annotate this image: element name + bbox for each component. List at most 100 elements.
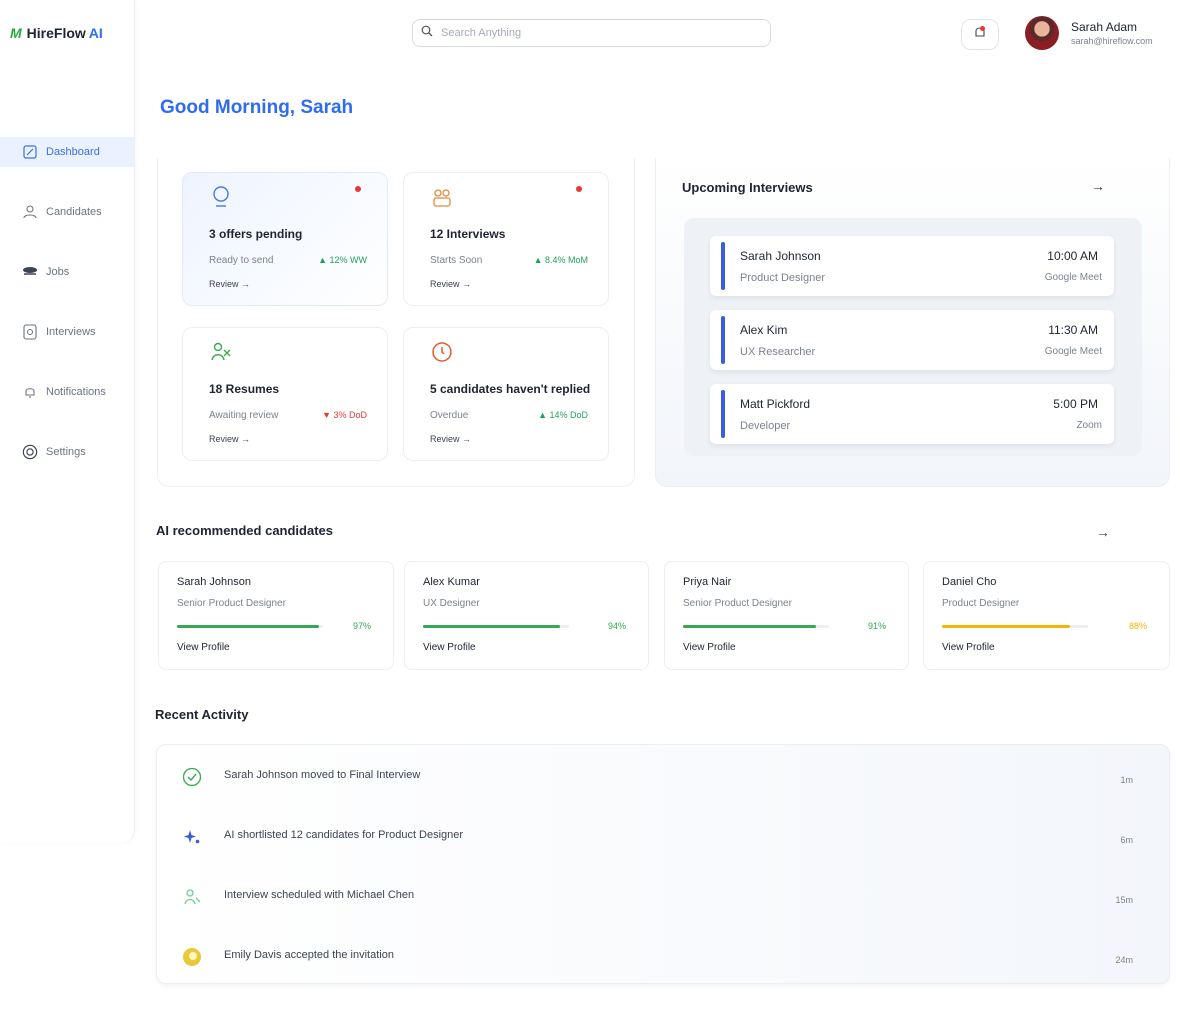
section-title: Upcoming Interviews xyxy=(682,180,813,195)
stat-card-offers[interactable]: 3 offers pending Ready to send ▲ 12% WW … xyxy=(182,172,388,306)
brand-suffix: AI xyxy=(88,25,103,41)
stat-delta: ▼ 3% DoD xyxy=(322,410,367,420)
stat-subtitle: Ready to send xyxy=(209,255,274,266)
candidate-card[interactable]: Alex Kumar UX Designer 94% View Profile xyxy=(404,561,649,670)
sidebar-item-candidates[interactable]: Candidates xyxy=(0,197,134,227)
view-profile-link[interactable]: View Profile xyxy=(942,642,995,653)
user-info[interactable]: Sarah Adam sarah@hireflow.com xyxy=(1071,20,1153,46)
match-score-fill xyxy=(942,625,1071,628)
sidebar: M HireFlowAI Dashboard Candidates Jobs xyxy=(0,0,135,843)
calendar-icon xyxy=(181,886,203,908)
interview-people-icon xyxy=(430,185,454,209)
interview-accent-bar xyxy=(721,390,725,438)
sidebar-item-dashboard[interactable]: Dashboard xyxy=(0,137,134,167)
notification-dot xyxy=(980,26,985,31)
review-link[interactable]: Review → xyxy=(209,279,250,289)
candidate-name: Priya Nair xyxy=(683,576,732,588)
search-bar[interactable] xyxy=(412,19,771,47)
sidebar-item-settings[interactable]: Settings xyxy=(0,437,134,467)
notifications-button[interactable] xyxy=(961,19,999,50)
match-score-bar xyxy=(683,625,829,628)
stat-card-no-reply[interactable]: 5 candidates haven't replied Overdue ▲ 1… xyxy=(403,327,609,461)
avatar[interactable] xyxy=(1025,16,1059,50)
interview-candidate: Alex Kim xyxy=(740,323,788,337)
match-score-fill xyxy=(683,625,816,628)
candidate-role: Senior Product Designer xyxy=(683,598,792,609)
candidate-name: Sarah Johnson xyxy=(177,576,251,588)
brand-name: HireFlow xyxy=(26,25,86,41)
match-score: 97% xyxy=(352,621,371,631)
settings-icon xyxy=(22,444,38,460)
match-score: 91% xyxy=(867,621,886,631)
arrow-right-icon[interactable]: → xyxy=(1096,524,1110,540)
search-input[interactable] xyxy=(441,27,741,39)
review-link[interactable]: Review → xyxy=(430,279,471,289)
arrow-right-icon[interactable]: → xyxy=(1091,178,1105,194)
sidebar-item-label: Candidates xyxy=(46,206,102,218)
view-profile-link[interactable]: View Profile xyxy=(423,642,476,653)
sidebar-item-interviews[interactable]: Interviews xyxy=(0,317,134,347)
match-score-bar xyxy=(177,625,323,628)
interview-role: Developer xyxy=(740,420,791,432)
interview-card[interactable]: Alex Kim UX Researcher 11:30 AM Google M… xyxy=(710,310,1114,370)
stat-delta: ▲ 8.4% MoM xyxy=(533,255,588,265)
view-profile-link[interactable]: View Profile xyxy=(683,642,736,653)
review-link[interactable]: Review → xyxy=(430,434,471,444)
match-score: 88% xyxy=(1128,621,1147,631)
candidate-role: Product Designer xyxy=(942,598,1020,609)
sidebar-item-jobs[interactable]: Jobs xyxy=(0,257,134,287)
sidebar-item-label: Interviews xyxy=(46,326,96,338)
stat-subtitle: Awaiting review xyxy=(209,410,279,421)
stat-subtitle: Starts Soon xyxy=(430,255,483,266)
stat-title: 3 offers pending xyxy=(209,227,303,241)
resume-icon xyxy=(209,340,233,364)
candidate-card[interactable]: Sarah Johnson Senior Product Designer 97… xyxy=(158,561,394,670)
sidebar-item-label: Jobs xyxy=(46,266,70,278)
jobs-icon xyxy=(22,264,38,280)
interview-card[interactable]: Sarah Johnson Product Designer 10:00 AM … xyxy=(710,236,1114,296)
brand-logo[interactable]: M HireFlow AI xyxy=(10,25,103,41)
candidate-name: Alex Kumar xyxy=(423,576,480,588)
candidates-icon xyxy=(22,204,38,220)
stats-panel: 3 offers pending Ready to send ▲ 12% WW … xyxy=(157,158,635,487)
clock-icon xyxy=(430,340,454,364)
candidate-card[interactable]: Priya Nair Senior Product Designer 91% V… xyxy=(664,561,909,670)
interview-card[interactable]: Matt Pickford Developer 5:00 PM Zoom xyxy=(710,384,1114,444)
check-circle-icon xyxy=(181,766,203,788)
alert-dot xyxy=(576,186,582,192)
dashboard-icon xyxy=(22,144,38,160)
recent-activity-list: Sarah Johnson moved to Final Interview 1… xyxy=(156,744,1170,984)
interview-candidate: Matt Pickford xyxy=(740,397,811,411)
activity-time: 15m xyxy=(1115,895,1133,905)
upcoming-interviews-panel: Upcoming Interviews → Sarah Johnson Prod… xyxy=(655,158,1170,487)
activity-text: Emily Davis accepted the invitation xyxy=(224,949,394,961)
match-score-fill xyxy=(423,625,561,628)
stat-card-resumes[interactable]: 18 Resumes Awaiting review ▼ 3% DoD Revi… xyxy=(182,327,388,461)
list-item[interactable]: Emily Davis accepted the invitation 24m xyxy=(181,941,1141,967)
list-item[interactable]: Interview scheduled with Michael Chen 15… xyxy=(181,881,1141,907)
accepted-icon xyxy=(181,946,203,968)
candidate-role: UX Designer xyxy=(423,598,480,609)
stat-subtitle: Overdue xyxy=(430,410,469,421)
list-item[interactable]: AI shortlisted 12 candidates for Product… xyxy=(181,821,1141,847)
view-profile-link[interactable]: View Profile xyxy=(177,642,230,653)
candidate-name: Daniel Cho xyxy=(942,576,997,588)
sidebar-item-notifications[interactable]: Notifications xyxy=(0,377,134,407)
offer-icon xyxy=(209,185,233,209)
stat-card-interviews[interactable]: 12 Interviews Starts Soon ▲ 8.4% MoM Rev… xyxy=(403,172,609,306)
interview-time: 5:00 PM xyxy=(1053,397,1098,411)
stat-title: 5 candidates haven't replied xyxy=(430,382,591,396)
sidebar-item-label: Dashboard xyxy=(46,146,100,158)
interviews-icon xyxy=(22,324,38,340)
user-email: sarah@hireflow.com xyxy=(1071,36,1153,46)
interview-role: UX Researcher xyxy=(740,346,816,358)
sidebar-item-label: Settings xyxy=(46,446,86,458)
list-item[interactable]: Sarah Johnson moved to Final Interview 1… xyxy=(181,761,1141,787)
sidebar-item-label: Notifications xyxy=(46,386,106,398)
interview-platform: Zoom xyxy=(1076,420,1102,431)
candidate-card[interactable]: Daniel Cho Product Designer 88% View Pro… xyxy=(923,561,1170,670)
review-link[interactable]: Review → xyxy=(209,434,250,444)
brand-mark-icon: M xyxy=(10,25,22,41)
activity-time: 1m xyxy=(1120,775,1133,785)
page-title: Good Morning, Sarah xyxy=(160,97,354,118)
